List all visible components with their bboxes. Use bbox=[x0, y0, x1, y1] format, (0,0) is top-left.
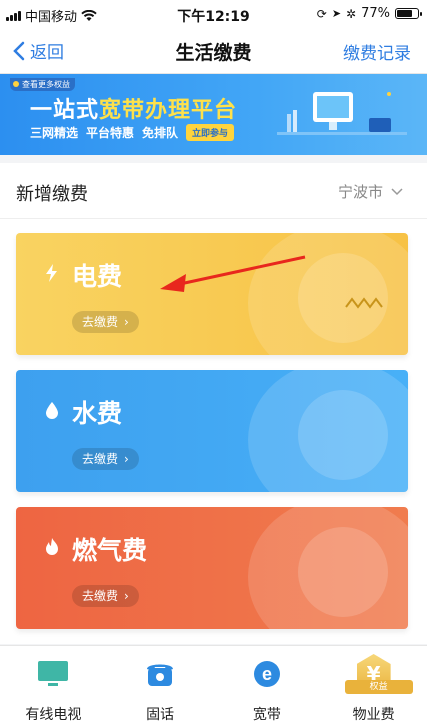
banner-cta-button[interactable]: 立即参与 bbox=[186, 124, 235, 141]
banner-feature: 免排队 bbox=[142, 126, 179, 140]
tab-property-fee[interactable]: ¥ 权益 物业费 bbox=[320, 646, 427, 726]
pay-button[interactable]: 去缴费 › bbox=[72, 585, 139, 607]
card-title: 电费 bbox=[72, 262, 123, 291]
location-icon: ➤ bbox=[331, 7, 342, 20]
chevron-down-icon bbox=[391, 187, 403, 195]
lock-rotation-icon: ⟳ bbox=[316, 6, 327, 21]
bottom-tab-bar: 有线电视 固话 e 宽带 ¥ 权益 物业费 bbox=[0, 645, 427, 726]
tab-label: 有线电视 bbox=[25, 707, 82, 723]
tab-cable-tv[interactable]: 有线电视 bbox=[0, 646, 107, 726]
computer-illustration-icon bbox=[277, 92, 407, 135]
card-title: 燃气费 bbox=[72, 536, 148, 565]
property-badge-icon: ¥ 权益 bbox=[344, 654, 413, 694]
badge-ribbon-label: 权益 bbox=[344, 680, 413, 694]
banner-feature: 三网精选 bbox=[30, 126, 79, 140]
gas-card[interactable]: 燃气费 去缴费 › bbox=[16, 507, 408, 629]
pay-button-label: 去缴费 bbox=[82, 452, 119, 466]
status-right: ⟳ ➤ ✲ 77% bbox=[316, 6, 422, 21]
pay-button-label: 去缴费 bbox=[82, 589, 119, 603]
chevron-right-icon: › bbox=[124, 315, 129, 329]
nav-bar: 返回 生活缴费 缴费记录 bbox=[0, 28, 427, 74]
broadband-e-icon: e bbox=[250, 658, 284, 690]
promo-banner[interactable]: 查看更多权益 一站式宽带办理平台 三网精选 平台特惠 免排队 立即参与 bbox=[0, 74, 427, 155]
status-bar: 中国移动 下午12:19 ⟳ ➤ ✲ 77% bbox=[0, 0, 427, 28]
battery-percent: 77% bbox=[361, 6, 390, 21]
city-selector[interactable]: 宁波市 bbox=[338, 181, 403, 202]
tv-icon bbox=[36, 658, 70, 690]
banner-tag: 查看更多权益 bbox=[10, 78, 75, 91]
tab-landline[interactable]: 固话 bbox=[107, 646, 214, 726]
banner-title: 一站式宽带办理平台 bbox=[30, 92, 237, 124]
tab-broadband[interactable]: e 宽带 bbox=[214, 646, 321, 726]
chevron-right-icon: › bbox=[124, 589, 129, 603]
section-title: 新增缴费 bbox=[16, 184, 88, 205]
bulb-filament-icon bbox=[345, 297, 383, 309]
tab-label: 固话 bbox=[146, 707, 175, 723]
water-drop-icon bbox=[46, 402, 58, 419]
telephone-icon bbox=[143, 658, 177, 690]
bluetooth-icon: ✲ bbox=[346, 6, 357, 21]
banner-tag-label: 查看更多权益 bbox=[22, 80, 70, 89]
section-header: 新增缴费 宁波市 bbox=[0, 163, 427, 219]
city-label: 宁波市 bbox=[337, 183, 383, 201]
pay-button[interactable]: 去缴费 › bbox=[72, 311, 139, 333]
banner-feature: 平台特惠 bbox=[86, 126, 135, 140]
card-title: 水费 bbox=[72, 399, 123, 428]
svg-text:e: e bbox=[262, 664, 272, 684]
pay-button-label: 去缴费 bbox=[82, 315, 119, 329]
pay-button[interactable]: 去缴费 › bbox=[72, 448, 139, 470]
banner-features: 三网精选 平台特惠 免排队 立即参与 bbox=[30, 124, 235, 141]
chevron-right-icon: › bbox=[124, 452, 129, 466]
tab-label: 物业费 bbox=[352, 707, 395, 723]
payment-records-link[interactable]: 缴费记录 bbox=[343, 39, 411, 64]
banner-title-prefix: 一站式 bbox=[30, 98, 100, 123]
battery-icon bbox=[395, 8, 422, 19]
banner-title-highlight: 宽带办理平台 bbox=[99, 98, 238, 123]
tab-label: 宽带 bbox=[252, 707, 281, 723]
lightning-icon bbox=[46, 264, 57, 282]
flame-icon bbox=[46, 538, 58, 555]
electricity-card[interactable]: 电费 去缴费 › bbox=[16, 233, 408, 355]
water-card[interactable]: 水费 去缴费 › bbox=[16, 370, 408, 492]
